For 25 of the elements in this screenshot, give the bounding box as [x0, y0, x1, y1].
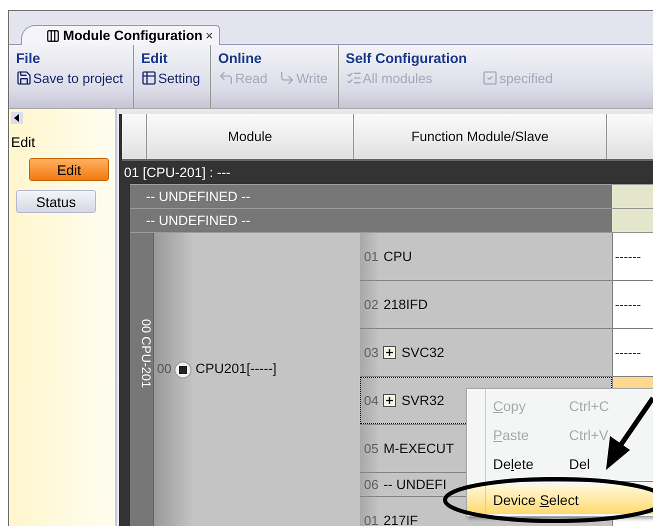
slot-number: 00	[157, 361, 172, 376]
slave-name: 217IF	[383, 513, 418, 526]
slave-name: M-EXECUT	[383, 441, 454, 456]
slave-number: 01	[364, 513, 378, 526]
slave-name: SVR32	[401, 393, 444, 408]
slave-number: 04	[364, 393, 378, 408]
slave-name: CPU	[383, 249, 412, 264]
value-cell: ------	[612, 233, 653, 280]
slave-number: 02	[364, 297, 378, 312]
slave-name: -- UNDEFI	[383, 477, 446, 492]
tab-title: Module Configuration	[63, 28, 202, 43]
rack-label: 00 CPU-201	[130, 233, 154, 526]
toolbar-group-label: Edit	[141, 50, 169, 66]
toolbar-group-label: Online	[218, 50, 263, 66]
slave-number: 05	[364, 441, 378, 456]
slave-number: 06	[364, 477, 378, 492]
slave-name: 218IFD	[383, 297, 428, 312]
slave-name: SVC32	[401, 345, 444, 360]
slave-number: 01	[364, 249, 378, 264]
value-cell: ------	[612, 329, 653, 376]
toolbar-group-label: Self Configuration	[346, 50, 468, 66]
panel-heading: Edit	[11, 134, 36, 150]
value-cell: ------	[612, 281, 653, 328]
slave-number: 03	[364, 345, 378, 360]
toolbar-group-label: File	[16, 50, 42, 66]
